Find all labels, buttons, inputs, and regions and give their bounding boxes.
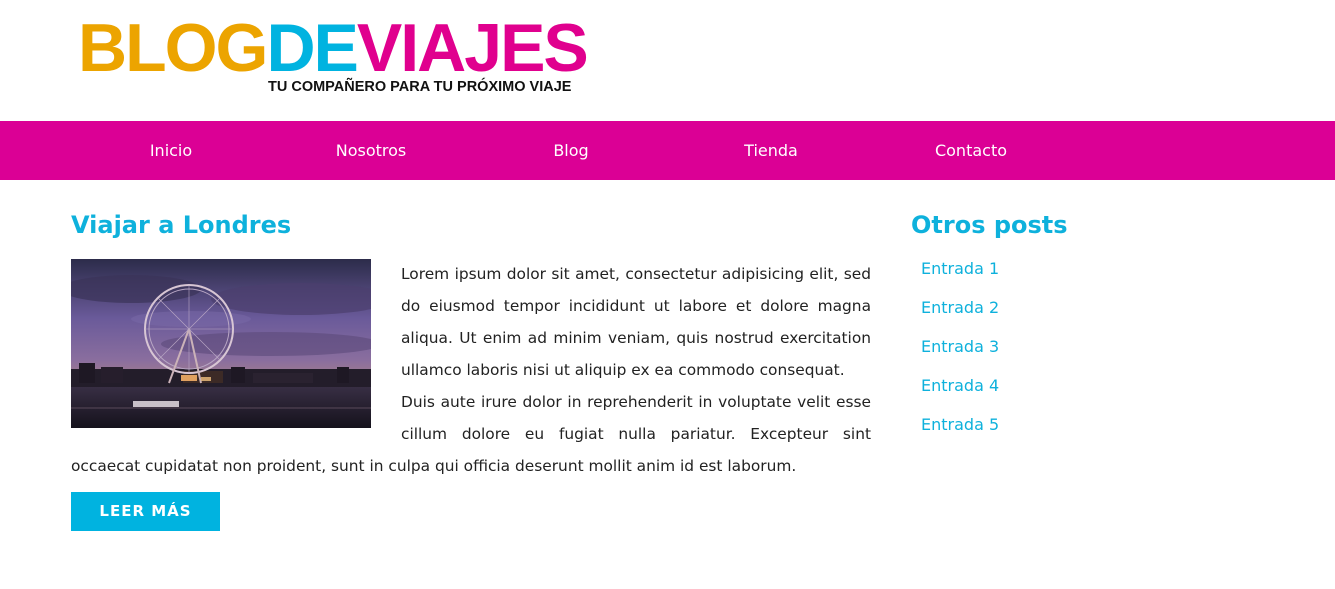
- post-image: [71, 259, 371, 428]
- logo-word-viajes: VIAJES: [356, 10, 589, 86]
- logo-tagline: TU COMPAÑERO PARA TU PRÓXIMO VIAJE: [268, 79, 572, 95]
- logo-word-de: DE: [266, 10, 358, 86]
- read-more-button[interactable]: LEER MÁS: [71, 492, 220, 531]
- nav-item-nosotros[interactable]: Nosotros: [271, 121, 471, 180]
- post-title: Viajar a Londres: [71, 211, 292, 239]
- sidebar-entry-5[interactable]: Entrada 5: [921, 416, 1291, 455]
- nav-item-inicio[interactable]: Inicio: [71, 121, 271, 180]
- sidebar-entry-1[interactable]: Entrada 1: [921, 260, 1291, 299]
- site-logo[interactable]: BLOGDEVIAJES TU COMPAÑERO PARA TU PRÓXIM…: [78, 14, 590, 100]
- nav-item-contacto[interactable]: Contacto: [871, 121, 1071, 180]
- logo-wordmark: BLOGDEVIAJES: [78, 14, 589, 82]
- post-article: Viajar a Londres Lorem ipsum dolor sit a…: [71, 210, 871, 531]
- site-header: BLOGDEVIAJES TU COMPAÑERO PARA TU PRÓXIM…: [0, 0, 1335, 121]
- main-nav: Inicio Nosotros Blog Tienda Contacto: [0, 121, 1335, 180]
- sidebar-title: Otros posts: [911, 211, 1068, 239]
- sidebar-list: Entrada 1 Entrada 2 Entrada 3 Entrada 4 …: [911, 240, 1291, 455]
- nav-item-tienda[interactable]: Tienda: [671, 121, 871, 180]
- sidebar-entry-3[interactable]: Entrada 3: [921, 338, 1291, 377]
- sidebar-entry-4[interactable]: Entrada 4: [921, 377, 1291, 416]
- sidebar-entry-2[interactable]: Entrada 2: [921, 299, 1291, 338]
- sidebar: Otros posts Entrada 1 Entrada 2 Entrada …: [911, 210, 1291, 455]
- nav-item-blog[interactable]: Blog: [471, 121, 671, 180]
- logo-word-blog: BLOG: [78, 10, 268, 86]
